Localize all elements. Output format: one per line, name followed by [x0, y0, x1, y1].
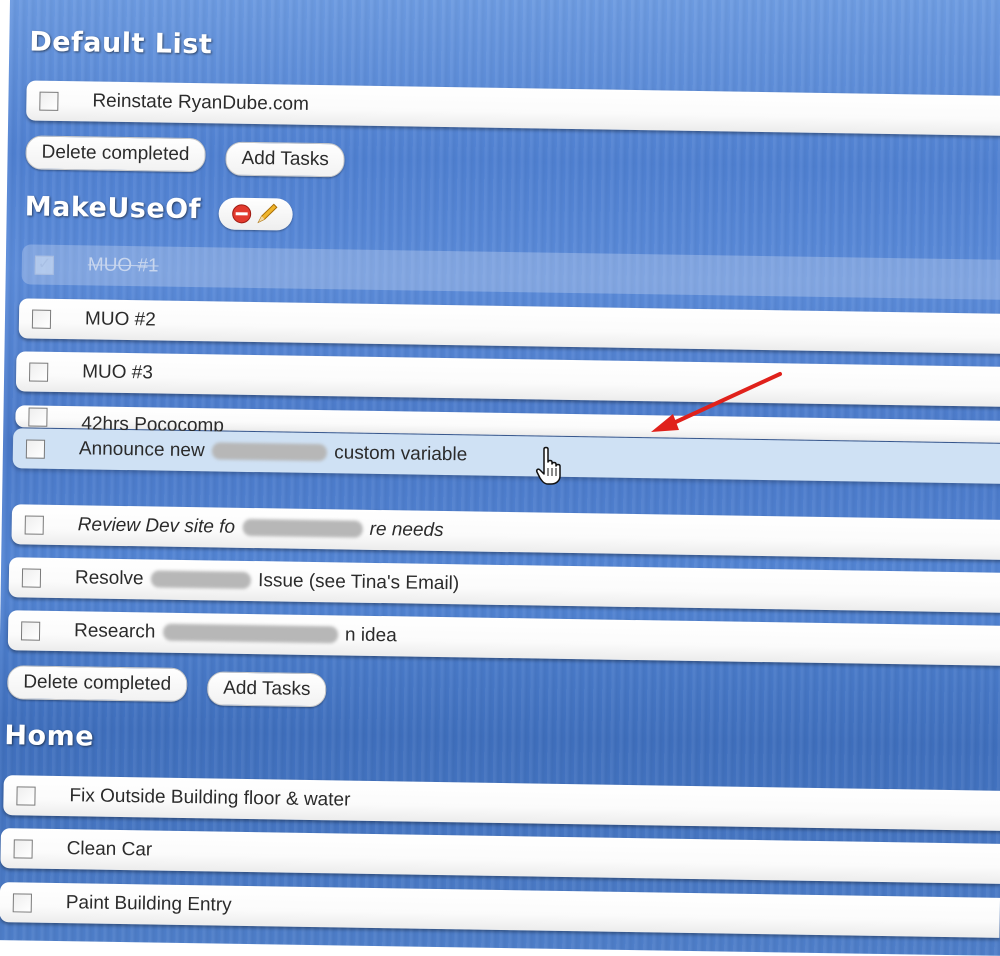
task-checkbox[interactable]	[28, 406, 48, 427]
task-label: Announce new custom variable	[79, 438, 468, 466]
pencil-icon[interactable]	[257, 203, 278, 224]
task-checkbox[interactable]	[20, 620, 41, 641]
task-label: Research n idea	[74, 620, 397, 647]
task-label: Reinstate RyanDube.com	[92, 90, 310, 115]
task-checkbox[interactable]	[13, 838, 33, 859]
task-checkbox[interactable]	[16, 785, 36, 806]
red-arrow-icon	[651, 372, 782, 432]
task-label: Clean Car	[66, 838, 153, 861]
list-actions	[218, 197, 293, 231]
task-label: MUO #2	[84, 308, 156, 331]
task-checkbox[interactable]	[39, 91, 59, 111]
task-label: Resolve Issue (see Tina's Email)	[75, 567, 460, 595]
task-checkbox[interactable]	[21, 567, 42, 588]
redacted-text	[150, 570, 251, 590]
delete-completed-button[interactable]: Delete completed	[25, 135, 206, 173]
task-checkbox[interactable]	[31, 309, 52, 329]
minus-circle-icon[interactable]	[232, 204, 252, 224]
task-label-end: custom variable	[334, 442, 468, 466]
redacted-text	[242, 519, 363, 539]
task-label: Paint Building Entry	[65, 892, 232, 916]
list-title-home: Home	[4, 720, 95, 753]
hand-cursor-icon	[536, 446, 561, 485]
task-label-end: Issue (see Tina's Email)	[257, 570, 460, 595]
task-label-start: Review Dev site fo	[77, 514, 236, 538]
add-tasks-button[interactable]: Add Tasks	[225, 141, 346, 178]
task-label-end: n idea	[344, 624, 397, 647]
task-checkbox-checked[interactable]	[34, 255, 54, 275]
task-label-start: Resolve	[74, 567, 144, 590]
add-tasks-button[interactable]: Add Tasks	[206, 671, 327, 708]
todo-canvas: Default List Reinstate RyanDube.com Dele…	[0, 0, 1000, 956]
task-label-end: re needs	[369, 518, 444, 542]
redacted-text	[162, 624, 338, 644]
task-label-start: Research	[73, 620, 156, 643]
list-title-default: Default List	[29, 26, 213, 61]
task-label: Fix Outside Building floor & water	[69, 785, 351, 811]
list-title-makeuseof: MakeUseOf	[24, 191, 202, 226]
task-checkbox[interactable]	[29, 362, 49, 382]
task-label: Review Dev site fo re needs	[78, 514, 444, 542]
task-checkbox[interactable]	[25, 438, 46, 459]
task-checkbox[interactable]	[24, 514, 44, 535]
task-label: MUO #3	[82, 361, 154, 384]
delete-completed-button[interactable]: Delete completed	[7, 665, 188, 703]
redacted-text	[211, 442, 328, 462]
task-label-start: Announce new	[78, 438, 205, 462]
list-actions-icons	[232, 203, 278, 224]
task-label: MUO #1	[87, 254, 159, 277]
task-checkbox[interactable]	[12, 892, 32, 913]
